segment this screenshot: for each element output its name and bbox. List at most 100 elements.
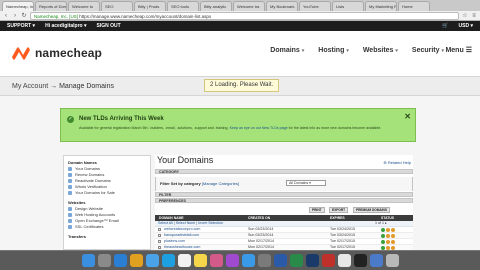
export-button[interactable]: EXPORT	[329, 207, 349, 213]
mail-icon[interactable]	[145, 254, 159, 267]
sidebar-item-domains-for-sale[interactable]: Your Domains for Sale	[64, 190, 150, 196]
skype-icon[interactable]	[161, 254, 175, 267]
launchpad-icon[interactable]	[97, 254, 111, 267]
browser-tab[interactable]: Lists	[332, 1, 364, 11]
address-bar-row: ‹ › ↻ Namecheap, Inc. [US] https://manag…	[0, 11, 480, 21]
new-tlds-link[interactable]: Keep an eye on our New TLDs page	[230, 126, 288, 130]
related-help-link[interactable]: ⊕ Related Help	[383, 160, 411, 165]
status-ok-icon[interactable]	[381, 234, 385, 238]
back-arrow-icon[interactable]: ‹	[3, 12, 9, 20]
sign-out-link[interactable]: SIGN OUT	[96, 23, 120, 29]
row-checkbox[interactable]	[158, 246, 161, 249]
browser-tab[interactable]: Bitly | Prods	[134, 1, 166, 11]
renew-icon	[68, 172, 72, 177]
category-section-header[interactable]: CATEGORY	[155, 169, 413, 174]
status-lock-icon[interactable]	[386, 228, 390, 232]
url-input[interactable]: Namecheap, Inc. [US] https://manage.www.…	[30, 11, 459, 20]
filezilla-icon[interactable]	[321, 254, 335, 267]
browser-tab[interactable]: My Marketing Re...	[365, 1, 397, 11]
status-lock-icon[interactable]	[386, 234, 390, 238]
sidebar-item-label: Your Domains	[75, 166, 100, 171]
whois-icon	[68, 184, 72, 189]
pagination[interactable]: 1 of 1 ▸	[375, 221, 387, 226]
browser-tab[interactable]: Bitly analytic	[200, 1, 232, 11]
nav-websites[interactable]: Websites ▾	[363, 47, 398, 54]
status-ok-icon[interactable]	[381, 228, 385, 232]
browser-tab[interactable]: Namecheap, Inc. [US]	[2, 1, 34, 11]
support-menu[interactable]: SUPPORT ▾	[7, 23, 35, 29]
calendar-icon[interactable]	[177, 254, 191, 267]
cart-icon[interactable]: 🛒	[442, 23, 448, 29]
textedit-icon[interactable]	[337, 254, 351, 267]
expiry-date: Tue 02/17/2015	[330, 239, 356, 243]
photos-icon[interactable]	[209, 254, 223, 267]
nav-hosting[interactable]: Hosting ▾	[318, 47, 349, 54]
browser-tab-strip: Namecheap, Inc. [US] Reports of Dom... W…	[0, 0, 480, 11]
browser-tab[interactable]: Reports of Dom...	[35, 1, 67, 11]
trash-icon[interactable]	[385, 254, 399, 267]
forward-arrow-icon[interactable]: ›	[12, 12, 18, 20]
browser-tab[interactable]: My Bookmark	[266, 1, 298, 11]
preferences-icon[interactable]	[257, 254, 271, 267]
nav-domains[interactable]: Domains ▾	[270, 47, 304, 54]
browser-menu-icon[interactable]: ≡	[471, 12, 477, 20]
filter-section-header[interactable]: FILTER	[155, 192, 413, 197]
menu-button[interactable]: Menu ☰	[445, 46, 472, 55]
status-renew-icon[interactable]	[391, 228, 395, 232]
category-select[interactable]: All Domains ▾	[286, 180, 326, 186]
notes-icon[interactable]	[193, 254, 207, 267]
created-date: Sun 03/23/2014	[248, 227, 274, 231]
browser-tab[interactable]: YouTube	[299, 1, 331, 11]
domain-link[interactable]: plusinns.com	[164, 239, 185, 244]
row-checkbox[interactable]	[158, 234, 161, 237]
sidebar-item-label: Design Website	[75, 206, 103, 211]
downloads-icon[interactable]	[369, 254, 383, 267]
browser-tab[interactable]: Home	[398, 1, 430, 11]
premium-domains-button[interactable]: PREMIUM DOMAINS	[353, 207, 390, 213]
print-button[interactable]: PRINT	[309, 207, 325, 213]
namecheap-logo[interactable]: namecheap	[11, 46, 102, 60]
sidebar-item-label: Web Hosting Accounts	[75, 212, 116, 217]
breadcrumb-my-account[interactable]: My Account	[12, 83, 48, 90]
manage-categories-link[interactable]: [Manage Categories]	[202, 181, 239, 186]
currency-select[interactable]: USD ▾	[459, 23, 473, 29]
itunes-icon[interactable]	[225, 254, 239, 267]
nav-hosting-label: Hosting	[318, 47, 345, 54]
status-renew-icon[interactable]	[391, 234, 395, 238]
status-ok-icon[interactable]	[381, 240, 385, 244]
sidebar-item-label: Whois Verification	[75, 184, 107, 189]
breadcrumb-separator: →	[50, 83, 58, 90]
breadcrumb: My Account → Manage Domains	[12, 83, 114, 90]
status-icons	[381, 228, 395, 232]
sidebar-item-ssl[interactable]: SSL Certificates	[64, 224, 150, 230]
finder-icon[interactable]	[81, 254, 95, 267]
status-lock-icon[interactable]	[386, 240, 390, 244]
status-renew-icon[interactable]	[391, 240, 395, 244]
browser-tab[interactable]: SEO	[101, 1, 133, 11]
domain-link[interactable]: webcreationonpro.com	[164, 227, 200, 232]
nav-security[interactable]: Security ▾	[412, 47, 444, 54]
selection-links[interactable]: Select All | Select None | Invert Select…	[158, 221, 223, 226]
secure-site-label: Namecheap, Inc. [US]	[34, 13, 79, 19]
row-checkbox[interactable]	[158, 228, 161, 231]
user-menu[interactable]: Hi acedigitalpro ▾	[45, 23, 86, 29]
chrome-icon[interactable]	[129, 254, 143, 267]
star-icon[interactable]: ☆	[462, 12, 468, 20]
row-checkbox[interactable]	[158, 240, 161, 243]
browser-tab[interactable]: SEO tools	[167, 1, 199, 11]
photoshop-icon[interactable]	[305, 254, 319, 267]
account-sidebar: Domain Names Your Domains Renew Domains …	[63, 155, 151, 250]
preferences-section-header[interactable]: PREFERENCES	[155, 198, 413, 203]
close-icon[interactable]: ✕	[404, 112, 411, 121]
excel-icon[interactable]	[289, 254, 303, 267]
browser-tab[interactable]: Welcome to	[68, 1, 100, 11]
app-store-icon[interactable]	[241, 254, 255, 267]
reload-icon[interactable]: ↻	[21, 12, 27, 20]
word-icon[interactable]	[273, 254, 287, 267]
nav-security-label: Security	[411, 47, 440, 54]
terminal-icon[interactable]	[353, 254, 367, 267]
browser-tab[interactable]: Welcome tra	[233, 1, 265, 11]
safari-icon[interactable]	[113, 254, 127, 267]
domain-link[interactable]: baroqueartistsfall.com	[164, 233, 199, 238]
main-nav: Domains ▾ Hosting ▾ Websites ▾ Security …	[270, 47, 444, 54]
